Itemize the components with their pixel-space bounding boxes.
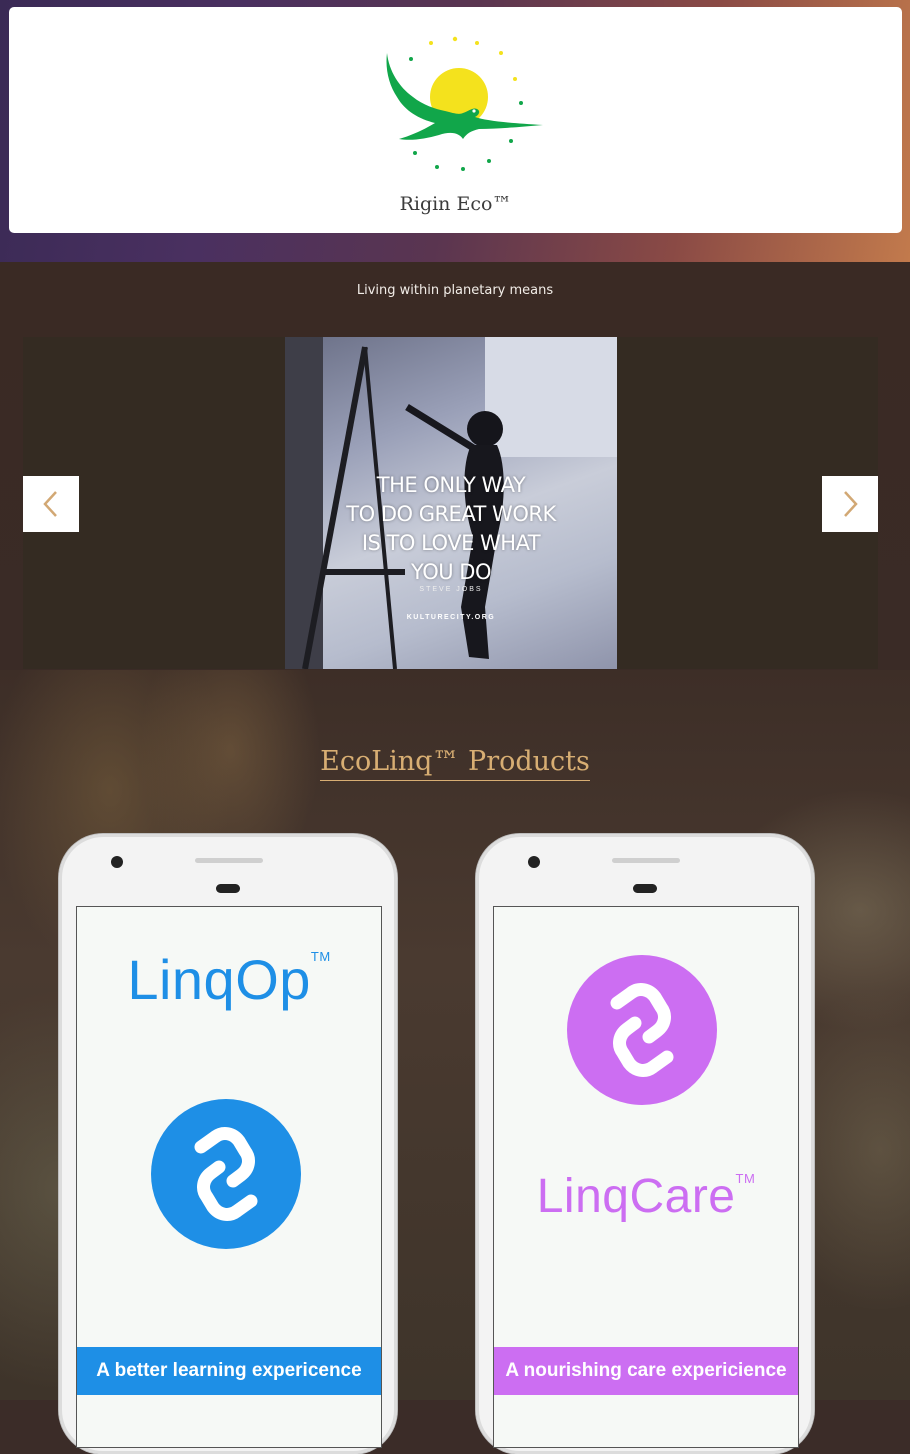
phone-screen: LinqOpTM A better learning expericence xyxy=(76,906,382,1448)
quote-source: KULTURECITY.ORG xyxy=(406,614,496,621)
linqop-name[interactable]: LinqOpTM xyxy=(77,947,381,1012)
phone-screen: LinqCareTM A nourishing care expericienc… xyxy=(493,906,799,1448)
products-heading: EcoLinq™ Products xyxy=(0,746,910,781)
phone-sensor xyxy=(216,884,240,893)
brand-name: Rigin Eco™ xyxy=(399,193,512,215)
eagle-sun-logo[interactable] xyxy=(379,31,549,176)
phone-speaker xyxy=(195,858,263,863)
phone-sensor xyxy=(633,884,657,893)
linqcare-tagline-banner[interactable]: A nourishing care expericience xyxy=(494,1347,798,1395)
carousel-slide: THE ONLY WAY TO DO GREAT WORK IS TO LOVE… xyxy=(285,337,617,669)
site-header: Rigin Eco™ xyxy=(9,7,902,233)
linqcare-link-icon[interactable] xyxy=(567,955,717,1105)
phone-camera xyxy=(528,856,540,868)
phone-linqop: LinqOpTM A better learning expericence xyxy=(59,834,397,1454)
chevron-right-icon xyxy=(844,491,858,517)
products-title: EcoLinq™ Products xyxy=(320,746,590,781)
chevron-left-icon xyxy=(43,491,57,517)
link-icon xyxy=(194,1127,258,1221)
phone-speaker xyxy=(612,858,680,863)
tagline: Living within planetary means xyxy=(356,283,554,298)
carousel-prev-button[interactable] xyxy=(23,476,79,532)
carousel-next-button[interactable] xyxy=(822,476,878,532)
linqcare-name[interactable]: LinqCareTM xyxy=(494,1169,798,1224)
link-icon xyxy=(610,983,674,1077)
quote-text: THE ONLY WAY TO DO GREAT WORK IS TO LOVE… xyxy=(346,473,556,584)
phone-camera xyxy=(111,856,123,868)
quote-author: STEVE JOBS xyxy=(419,586,483,593)
image-carousel: THE ONLY WAY TO DO GREAT WORK IS TO LOVE… xyxy=(23,337,878,669)
phone-linqcare: LinqCareTM A nourishing care expericienc… xyxy=(476,834,814,1454)
linqop-tagline-banner[interactable]: A better learning expericence xyxy=(77,1347,381,1395)
linqop-link-icon[interactable] xyxy=(151,1099,301,1249)
